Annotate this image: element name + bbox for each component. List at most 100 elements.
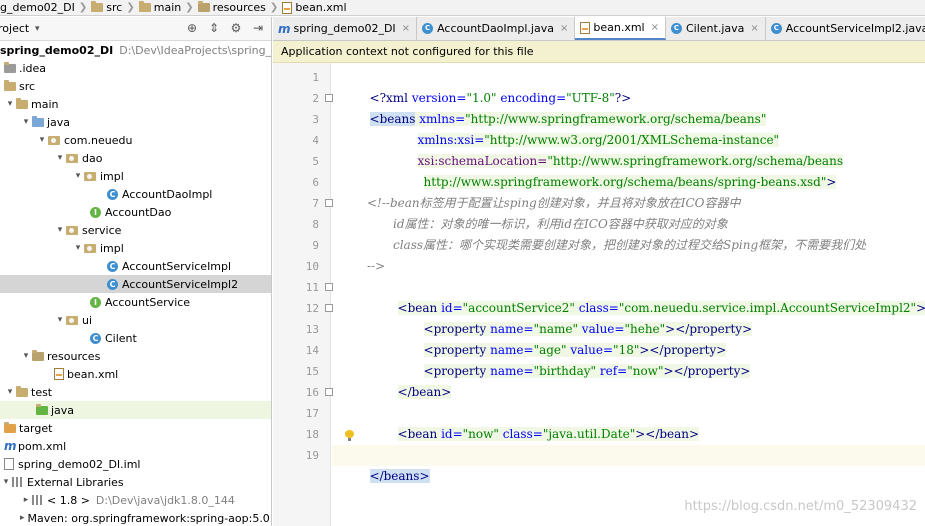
tree-item-dao[interactable]: ▾ dao — [0, 149, 271, 167]
tree-item-ui[interactable]: ▾ ui — [0, 311, 271, 329]
hide-panel-icon[interactable]: ⇥ — [251, 21, 265, 35]
tree-item-test-java[interactable]: java — [0, 401, 271, 419]
line-number: 19 — [305, 449, 319, 462]
tab-cilent[interactable]: C Cilent.java × — [666, 17, 766, 40]
maven-file-icon: m — [4, 439, 17, 453]
chevron-down-icon[interactable]: ▾ — [31, 24, 43, 34]
code-line-15: </bean> — [397, 385, 452, 399]
tab-accountdaoimpl[interactable]: C AccountDaoImpl.java × — [417, 17, 576, 40]
close-icon[interactable]: × — [750, 23, 758, 34]
tree-item-main[interactable]: ▾ main — [0, 95, 271, 113]
chevron-down-icon[interactable]: ▾ — [20, 351, 32, 361]
line-number: 9 — [312, 239, 319, 252]
tree-item-src[interactable]: src — [0, 77, 271, 95]
code-line-12: <property name="name" value="hehe"></pro… — [423, 322, 753, 336]
line-number: 7 — [312, 197, 319, 210]
tree-item-accountserviceimpl[interactable]: C AccountServiceImpl — [0, 257, 271, 275]
module-file-icon — [4, 458, 14, 470]
chevron-right-icon: ❯ — [78, 2, 88, 13]
code-area[interactable]: 1 2 3 4 5 6 7 8 9 10 11 12 13 14 15 16 1… — [273, 63, 925, 526]
maven-module-icon: m — [278, 21, 291, 36]
chevron-right-icon[interactable]: ▸ — [20, 513, 25, 523]
tree-item-test[interactable]: ▾ test — [0, 383, 271, 401]
fold-marker-icon[interactable] — [325, 304, 333, 312]
chevron-right-icon[interactable]: ▸ — [20, 495, 32, 505]
locate-file-icon[interactable]: ⊕ — [185, 21, 199, 35]
chevron-down-icon[interactable]: ▾ — [72, 243, 84, 253]
project-panel-title[interactable]: roject — [0, 22, 29, 35]
chevron-down-icon[interactable]: ▾ — [54, 225, 66, 235]
tree-item-com-neuedu[interactable]: ▾ com.neuedu — [0, 131, 271, 149]
chevron-down-icon[interactable]: ▾ — [54, 153, 66, 163]
chevron-down-icon[interactable]: ▾ — [4, 387, 16, 397]
chevron-down-icon[interactable]: ▾ — [0, 477, 12, 487]
line-number: 11 — [305, 281, 319, 294]
tab-bean-xml[interactable]: bean.xml × — [575, 17, 666, 40]
close-icon[interactable]: × — [651, 22, 659, 33]
tree-item-accountdao[interactable]: I AccountDao — [0, 203, 271, 221]
xml-file-icon — [282, 1, 293, 14]
code-line-14: <property name="birthday" ref="now"></pr… — [423, 364, 751, 378]
line-number: 17 — [305, 407, 319, 420]
chevron-down-icon[interactable]: ▾ — [20, 117, 32, 127]
tree-item-external-libraries[interactable]: ▾ External Libraries — [0, 473, 271, 491]
tree-item-target[interactable]: target — [0, 419, 271, 437]
class-icon: C — [422, 23, 434, 34]
fold-marker-icon[interactable] — [325, 94, 333, 102]
tree-item-accountservice[interactable]: I AccountService — [0, 293, 271, 311]
tree-item-maven-lib[interactable]: ▸ Maven: org.springframework:spring-aop:5… — [0, 509, 271, 526]
breadcrumb-resources[interactable]: ❯ resources — [181, 1, 266, 14]
close-icon[interactable]: × — [402, 23, 410, 34]
tree-item-accountdaoimpl[interactable]: C AccountDaoImpl — [0, 185, 271, 203]
line-number: 13 — [305, 323, 319, 336]
xml-file-icon — [54, 368, 64, 380]
tab-accountserviceimpl2[interactable]: CAccountServiceImpl2.java× — [766, 17, 925, 40]
interface-icon: I — [90, 296, 101, 308]
xml-file-icon — [580, 21, 591, 34]
chevron-right-icon: ❯ — [269, 2, 279, 13]
tree-item-resources[interactable]: ▾ resources — [0, 347, 271, 365]
tree-item-service[interactable]: ▾ service — [0, 221, 271, 239]
close-icon[interactable]: × — [560, 23, 568, 34]
tree-item-service-impl[interactable]: ▾ impl — [0, 239, 271, 257]
breadcrumb-file[interactable]: ❯ bean.xml — [266, 1, 347, 14]
breadcrumb-src[interactable]: ❯ src — [75, 1, 122, 14]
fold-marker-icon[interactable] — [325, 199, 333, 207]
tree-item-java[interactable]: ▾ java — [0, 113, 271, 131]
fold-marker-icon[interactable] — [325, 388, 333, 396]
settings-gear-icon[interactable]: ⚙ — [229, 21, 243, 35]
tree-item-iml[interactable]: spring_demo02_DI.iml — [0, 455, 271, 473]
tree-item-dao-impl[interactable]: ▾ impl — [0, 167, 271, 185]
breadcrumb-main[interactable]: ❯ main — [122, 1, 181, 14]
collapse-all-icon[interactable]: ⇕ — [207, 21, 221, 35]
chevron-down-icon[interactable]: ▾ — [36, 135, 48, 145]
tree-item-root[interactable]: spring_demo02_DI D:\Dev\IdeaProjects\spr… — [0, 41, 271, 59]
line-number: 12 — [305, 302, 319, 315]
folder-icon — [4, 79, 16, 91]
fold-marker-icon[interactable] — [325, 283, 333, 291]
tab-spring-demo02-di[interactable]: m spring_demo02_DI × — [273, 17, 418, 40]
breadcrumb-project[interactable]: g_demo02_DI — [0, 1, 75, 14]
context-warning-banner: Application context not configured for t… — [273, 41, 925, 63]
tree-item-jdk[interactable]: ▸ < 1.8 > D:\Dev\java\jdk1.8.0_144 — [0, 491, 271, 509]
chevron-down-icon[interactable]: ▾ — [4, 99, 16, 109]
tree-item-idea[interactable]: .idea — [0, 59, 271, 77]
watermark: https://blog.csdn.net/m0_52309432 — [684, 499, 917, 514]
code-comment-line-7: <!--bean标签用于配置让sping创建对象，并且将对象放在ICO容器中 — [367, 196, 741, 210]
code-comment-line-10: --> — [367, 259, 386, 273]
tree-item-cilent[interactable]: C Cilent — [0, 329, 271, 347]
chevron-down-icon[interactable]: ▾ — [72, 171, 84, 181]
editor: m spring_demo02_DI × C AccountDaoImpl.java ×… — [273, 17, 925, 526]
code-line-1: <?xml version="1.0" encoding="UTF-8"?> — [369, 91, 632, 105]
chevron-right-icon: ❯ — [185, 2, 194, 13]
tree-item-accountserviceimpl2[interactable]: C AccountServiceImpl2 — [0, 275, 271, 293]
tree-item-bean-xml[interactable]: bean.xml — [0, 365, 271, 383]
tree-item-pom-xml[interactable]: m pom.xml — [0, 437, 271, 455]
class-icon: C — [107, 188, 118, 200]
resources-folder-icon — [197, 1, 210, 12]
code-comment-line-9: class属性：哪个实现类需要创建对象，把创建对象的过程交给Sping框架，不需… — [393, 238, 867, 252]
line-number: 14 — [305, 344, 319, 357]
line-number: 6 — [312, 176, 319, 189]
chevron-down-icon[interactable]: ▾ — [54, 315, 66, 325]
lightbulb-icon[interactable] — [345, 430, 354, 441]
